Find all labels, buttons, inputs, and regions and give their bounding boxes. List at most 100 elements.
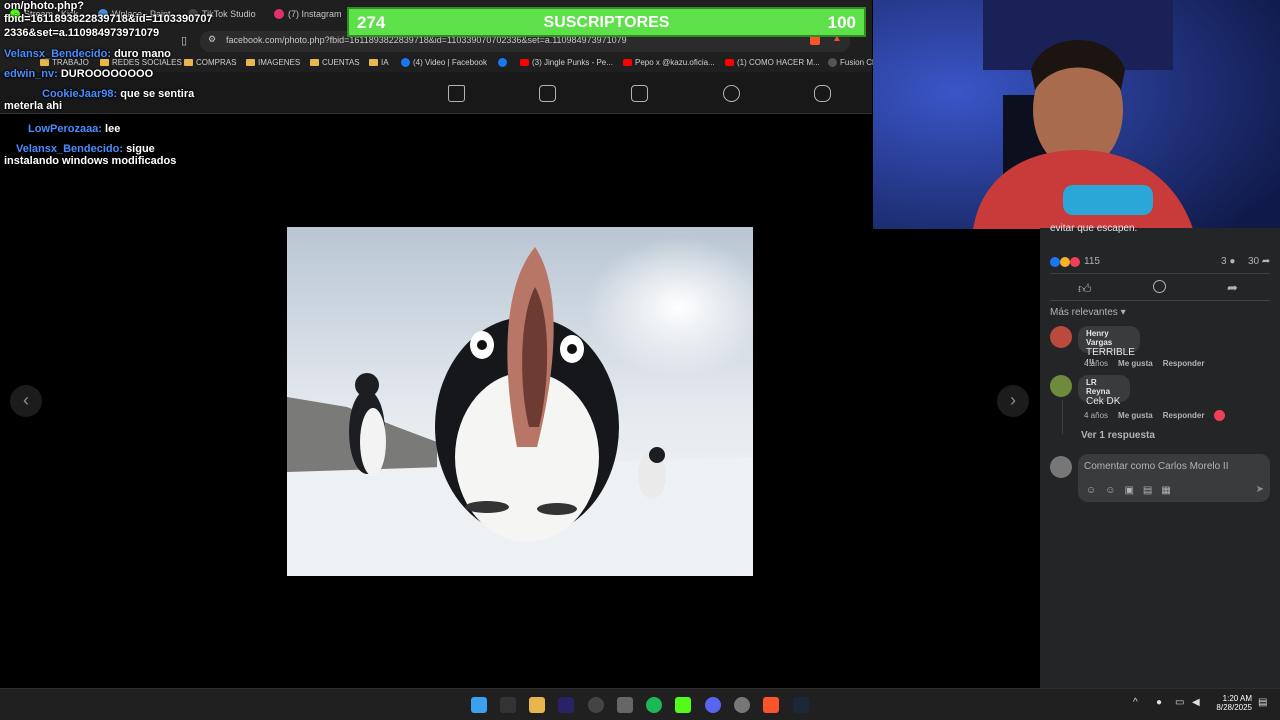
comment-time[interactable]: 4 años bbox=[1084, 359, 1108, 368]
comment-bubble: Henry Vargas TERRIBLE !!! bbox=[1078, 326, 1140, 369]
previous-photo-button[interactable]: ‹ bbox=[10, 385, 42, 417]
chat-message: Velansx_Bendecido: sigue instalando wind… bbox=[4, 143, 204, 167]
bookmark-imagenes[interactable]: IMAGENES bbox=[246, 58, 300, 67]
marketplace-icon[interactable] bbox=[631, 85, 648, 102]
youtube-icon bbox=[623, 59, 632, 66]
epic-games-icon[interactable] bbox=[500, 697, 516, 713]
groups-icon[interactable] bbox=[723, 85, 740, 102]
volume-icon[interactable]: ◀ bbox=[1192, 697, 1200, 708]
bookmark-fb-video[interactable]: (4) Video | Facebook bbox=[401, 58, 487, 67]
post-side-panel: evitar que escapen. 115 3 ● 30 ➦ 👍︎ ➦ Má… bbox=[1040, 223, 1280, 688]
tray-chevron-icon[interactable]: ^ bbox=[1133, 697, 1138, 708]
share-arrow-icon: ➦ bbox=[1261, 256, 1271, 267]
comment-sort-dropdown[interactable]: Más relevantes ▾ bbox=[1050, 307, 1126, 318]
app-icon[interactable] bbox=[617, 697, 633, 713]
chat-username: edwin_nv: bbox=[4, 68, 58, 80]
avatar-sticker-icon[interactable]: ☺ bbox=[1086, 485, 1096, 496]
shares-count[interactable]: 30 ➦ bbox=[1248, 256, 1270, 267]
love-reaction-icon bbox=[1070, 256, 1080, 267]
like-reaction-icon bbox=[1050, 256, 1060, 267]
comment-author[interactable]: LR Reyna bbox=[1086, 378, 1122, 396]
love-reaction-icon bbox=[1214, 410, 1225, 421]
premiere-icon[interactable] bbox=[558, 697, 574, 713]
bookmark-cuentas[interactable]: CUENTAS bbox=[310, 58, 360, 67]
chat-message: CookieJaar98: que se sentira meterla ahi bbox=[4, 88, 219, 112]
view-replies-link[interactable]: Ver 1 respuesta bbox=[1081, 430, 1155, 441]
folder-icon bbox=[246, 59, 255, 66]
bookmark-pepo[interactable]: Pepo x @kazu.oficia... bbox=[623, 58, 715, 67]
facebook-icon bbox=[401, 58, 410, 67]
comment-like-link[interactable]: Me gusta bbox=[1118, 359, 1153, 368]
file-explorer-icon[interactable] bbox=[529, 697, 545, 713]
brave-icon[interactable] bbox=[763, 697, 779, 713]
bookmark-fb[interactable] bbox=[498, 58, 507, 67]
spotify-icon[interactable] bbox=[646, 697, 662, 713]
site-info-icon[interactable]: ⚙ bbox=[208, 34, 216, 45]
facebook-icon bbox=[498, 58, 507, 67]
thread-line bbox=[1062, 400, 1063, 434]
chat-text: DUROOOOOOOO bbox=[60, 68, 154, 80]
windows-taskbar: ^ ● ▭ ◀ 1:20 AM 8/28/2025 ▤ bbox=[0, 688, 1280, 720]
chat-message: Velansx_Bendecido: duro mano bbox=[4, 48, 171, 60]
comment-time[interactable]: 4 años bbox=[1084, 411, 1108, 420]
camera-icon[interactable]: ▣ bbox=[1124, 485, 1133, 496]
bookmark-fusion[interactable]: Fusion Cl bbox=[828, 58, 874, 67]
comment-like-link[interactable]: Me gusta bbox=[1118, 411, 1153, 420]
comment-text: Cek DK bbox=[1086, 396, 1121, 407]
settings-icon[interactable] bbox=[734, 697, 750, 713]
emoji-icon[interactable]: ☺ bbox=[1105, 485, 1115, 496]
comment-actions: 4 años Me gusta Responder bbox=[1084, 411, 1205, 420]
comment-input[interactable]: Comentar como Carlos Morelo II ☺ ☺ ▣ ▤ ▦… bbox=[1078, 454, 1270, 502]
comment-reply-link[interactable]: Responder bbox=[1163, 411, 1205, 420]
avatar[interactable] bbox=[1050, 326, 1072, 348]
bookmark-jingle[interactable]: (3) Jingle Punks - Pe... bbox=[520, 58, 613, 67]
link-icon bbox=[828, 58, 837, 67]
app-icon[interactable] bbox=[588, 697, 604, 713]
start-button-icon[interactable] bbox=[471, 697, 487, 713]
comment-author[interactable]: Henry Vargas bbox=[1086, 329, 1132, 347]
chat-message: LowPerozaaa: lee bbox=[4, 123, 120, 135]
instagram-icon bbox=[274, 9, 284, 19]
next-photo-button[interactable]: › bbox=[997, 385, 1029, 417]
clock[interactable]: 1:20 AM 8/28/2025 bbox=[1212, 694, 1252, 712]
chat-username: CookieJaar98: bbox=[42, 88, 118, 100]
chat-text: duro mano bbox=[114, 48, 171, 60]
folder-icon bbox=[40, 59, 49, 66]
folder-icon bbox=[369, 59, 378, 66]
comment-button-icon[interactable] bbox=[1153, 280, 1166, 293]
overlay-url-line1: om/photo.php? bbox=[4, 0, 85, 12]
discord-icon[interactable] bbox=[705, 697, 721, 713]
gif-icon[interactable]: ▤ bbox=[1143, 485, 1152, 496]
wow-reaction-icon bbox=[1060, 256, 1070, 267]
network-icon[interactable]: ▭ bbox=[1175, 697, 1184, 708]
avatar[interactable] bbox=[1050, 456, 1072, 478]
microphone-icon[interactable]: ● bbox=[1156, 697, 1162, 708]
share-button-icon[interactable]: ➦ bbox=[1227, 280, 1238, 296]
send-icon[interactable]: ➤ bbox=[1256, 484, 1264, 495]
reaction-summary[interactable]: 115 bbox=[1050, 256, 1100, 267]
comment-reply-link[interactable]: Responder bbox=[1163, 359, 1205, 368]
bookmark-como-hacer[interactable]: (1) COMO HACER M... bbox=[725, 58, 820, 67]
tab-instagram[interactable]: (7) Instagram bbox=[274, 5, 342, 23]
subscriber-goal-bar: 274 SUSCRIPTORES 100 bbox=[347, 7, 866, 37]
gaming-icon[interactable] bbox=[814, 85, 831, 102]
chat-text: lee bbox=[105, 123, 121, 135]
avatar[interactable] bbox=[1050, 375, 1072, 397]
post-caption: evitar que escapen. bbox=[1050, 223, 1138, 234]
chat-username: LowPerozaaa: bbox=[28, 123, 102, 135]
youtube-icon bbox=[520, 59, 529, 66]
sticker-icon[interactable]: ▦ bbox=[1161, 485, 1170, 496]
kick-icon[interactable] bbox=[675, 697, 691, 713]
steam-icon[interactable] bbox=[793, 697, 809, 713]
bookmark-compras[interactable]: COMPRAS bbox=[184, 58, 236, 67]
like-button-icon[interactable]: 👍︎ bbox=[1078, 281, 1092, 297]
notifications-icon[interactable]: ▤ bbox=[1258, 697, 1267, 708]
home-icon[interactable] bbox=[448, 85, 465, 102]
divider bbox=[1050, 300, 1270, 301]
comments-count[interactable]: 3 ● bbox=[1221, 256, 1235, 267]
bookmark-icon[interactable]: ▯ bbox=[181, 34, 187, 47]
chat-username: Velansx_Bendecido: bbox=[16, 143, 123, 155]
bookmark-ia[interactable]: IA bbox=[369, 58, 389, 67]
penguin-photo[interactable] bbox=[287, 227, 753, 576]
video-icon[interactable] bbox=[539, 85, 556, 102]
